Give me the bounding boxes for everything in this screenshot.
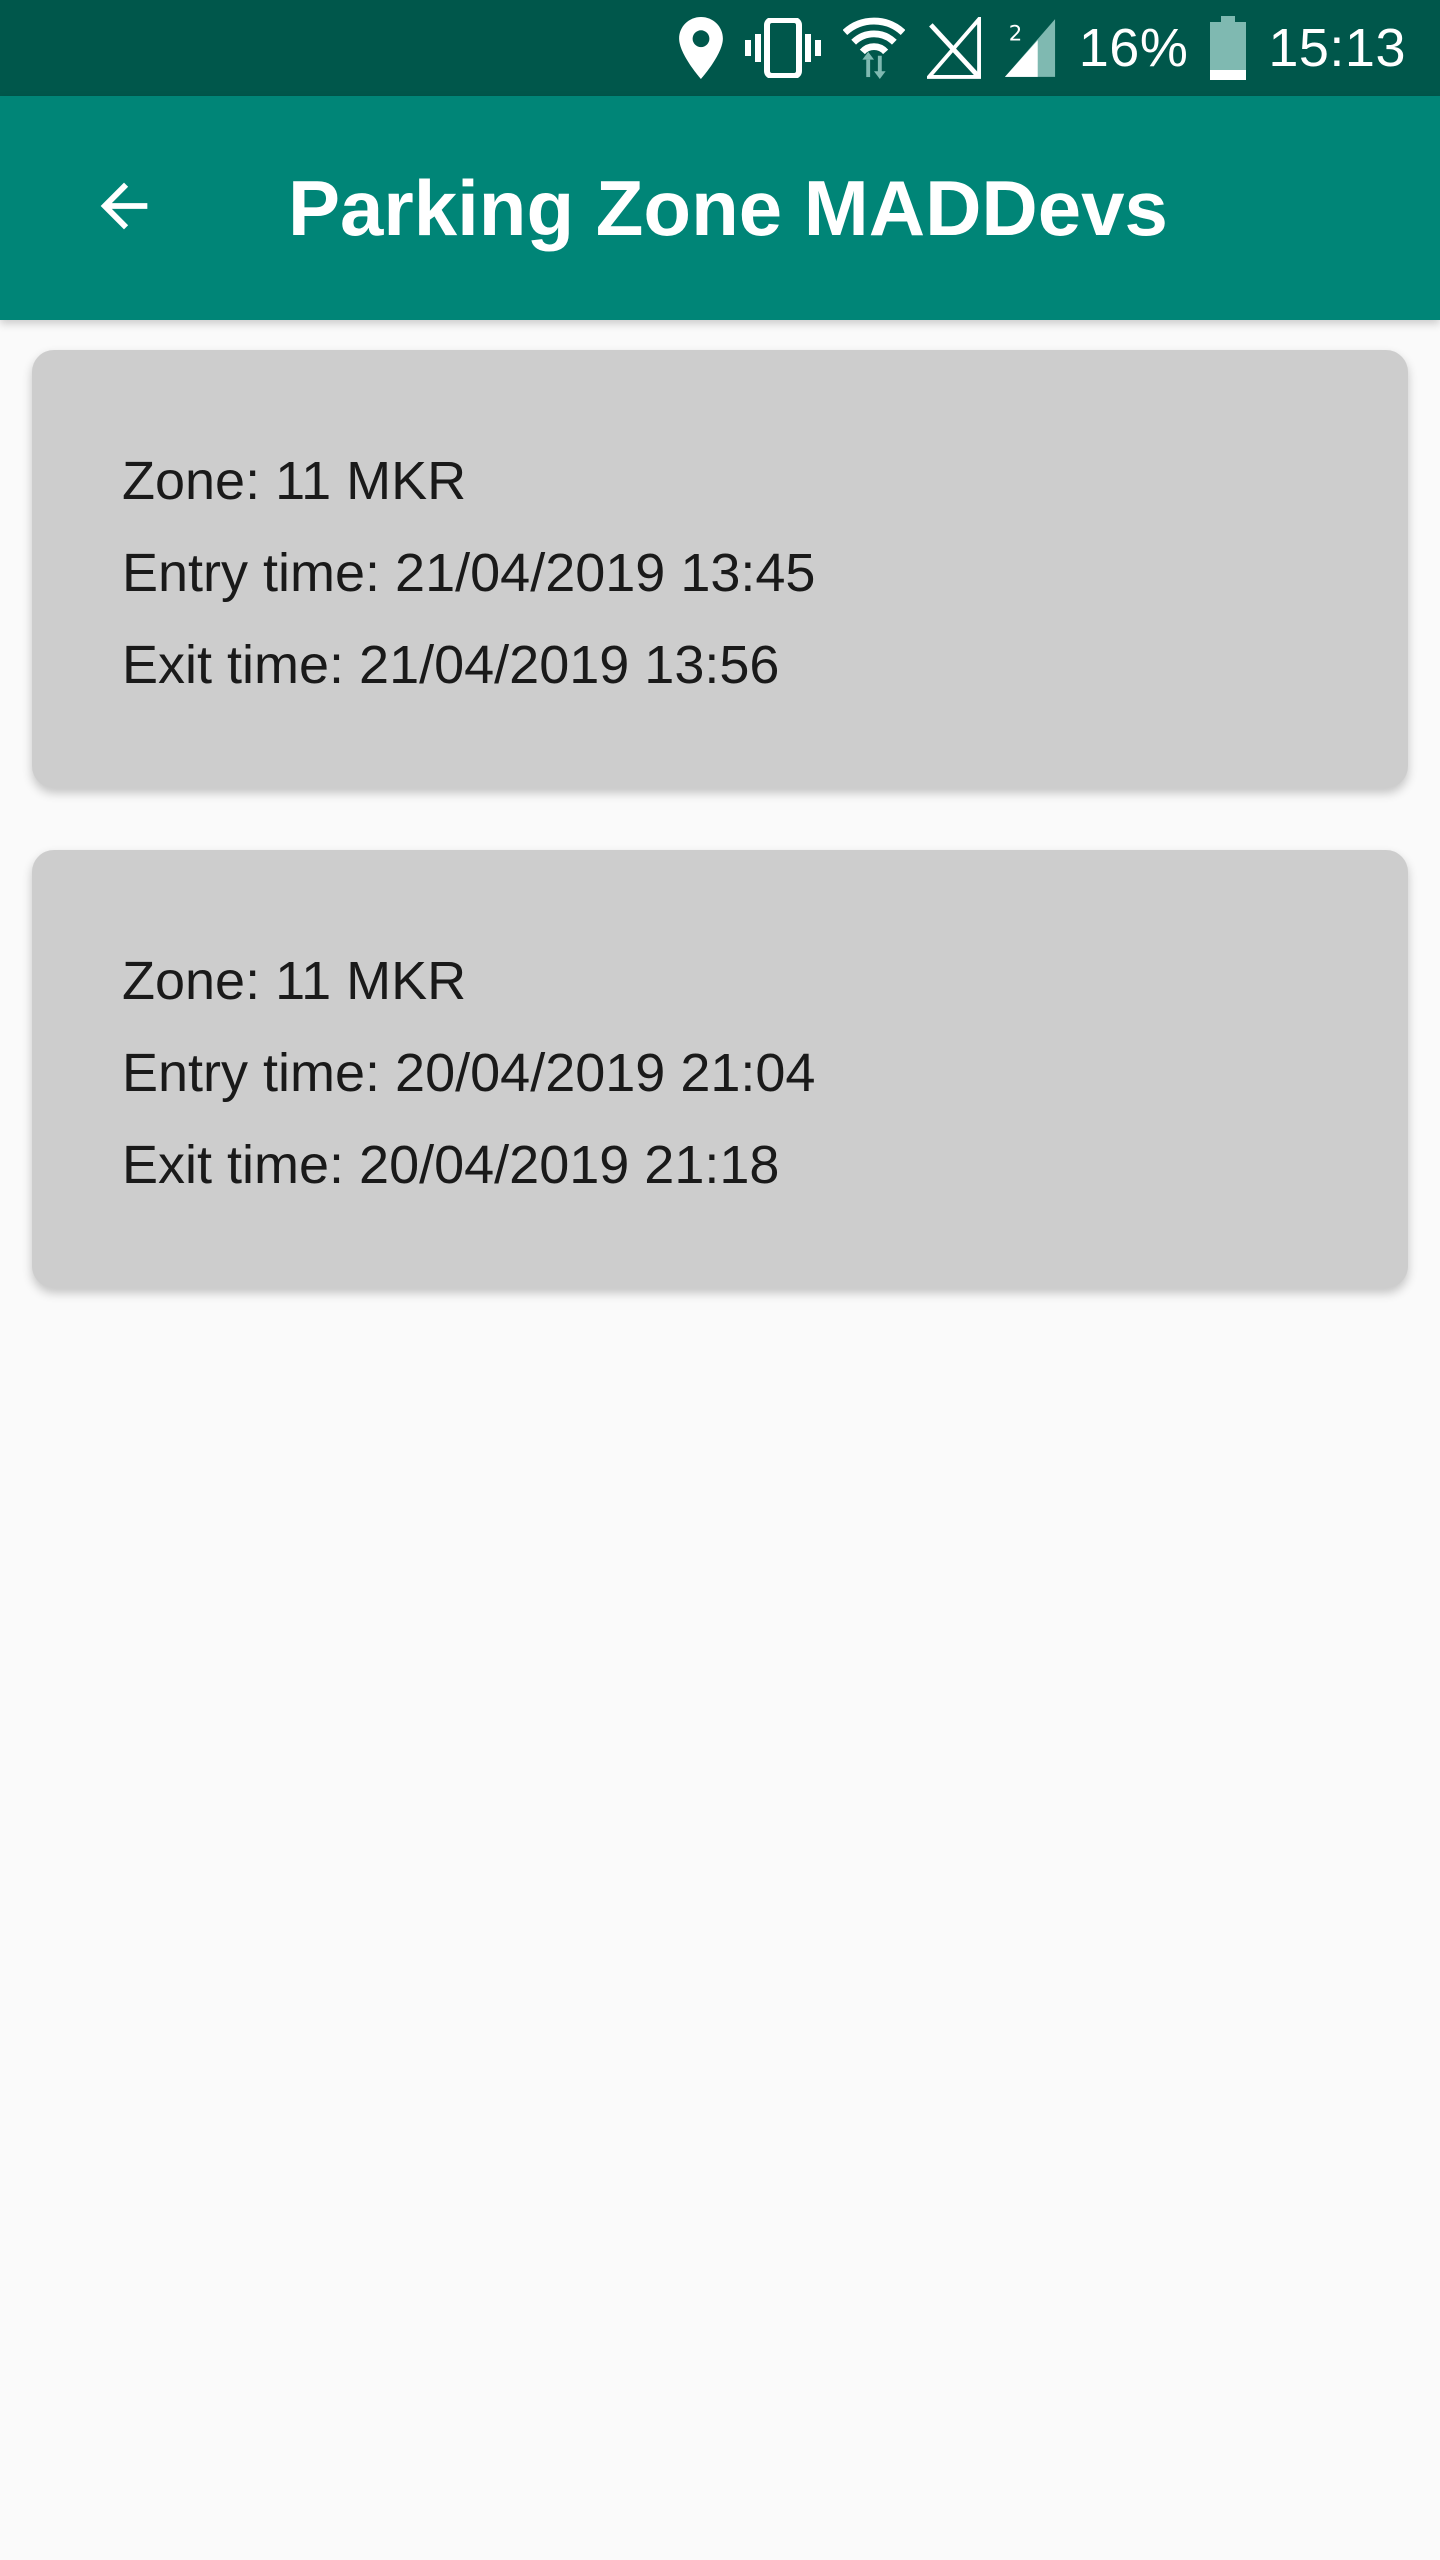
parking-session-card[interactable]: Zone: 11 MKR Entry time: 21/04/2019 13:4… — [32, 350, 1408, 788]
clock: 15:13 — [1268, 18, 1406, 78]
location-icon — [678, 17, 723, 79]
entry-time-label: Entry time: 21/04/2019 13:45 — [122, 543, 816, 603]
exit-time-label: Exit time: 20/04/2019 21:18 — [122, 1135, 780, 1195]
status-bar: 2 16% 15:13 — [0, 0, 1440, 96]
signal-icon: 2 — [1003, 17, 1057, 79]
back-button[interactable] — [56, 140, 192, 276]
wifi-icon — [842, 17, 905, 79]
app-bar: Parking Zone MADDevs — [0, 96, 1440, 320]
vibrate-icon — [744, 18, 821, 78]
zone-label: Zone: 11 MKR — [122, 951, 467, 1011]
entry-time-label: Entry time: 20/04/2019 21:04 — [122, 1043, 816, 1103]
signal-no-sim-icon — [926, 17, 981, 79]
zone-label: Zone: 11 MKR — [122, 451, 467, 511]
battery-percent: 16% — [1078, 18, 1189, 78]
arrow-back-icon — [89, 171, 159, 246]
battery-icon — [1210, 16, 1247, 80]
svg-text:2: 2 — [1009, 21, 1023, 46]
exit-time-label: Exit time: 21/04/2019 13:56 — [122, 635, 780, 695]
parking-session-card[interactable]: Zone: 11 MKR Entry time: 20/04/2019 21:0… — [32, 850, 1408, 1288]
page-title: Parking Zone MADDevs — [288, 164, 1168, 252]
status-icons: 2 16% 15:13 — [678, 0, 1406, 96]
